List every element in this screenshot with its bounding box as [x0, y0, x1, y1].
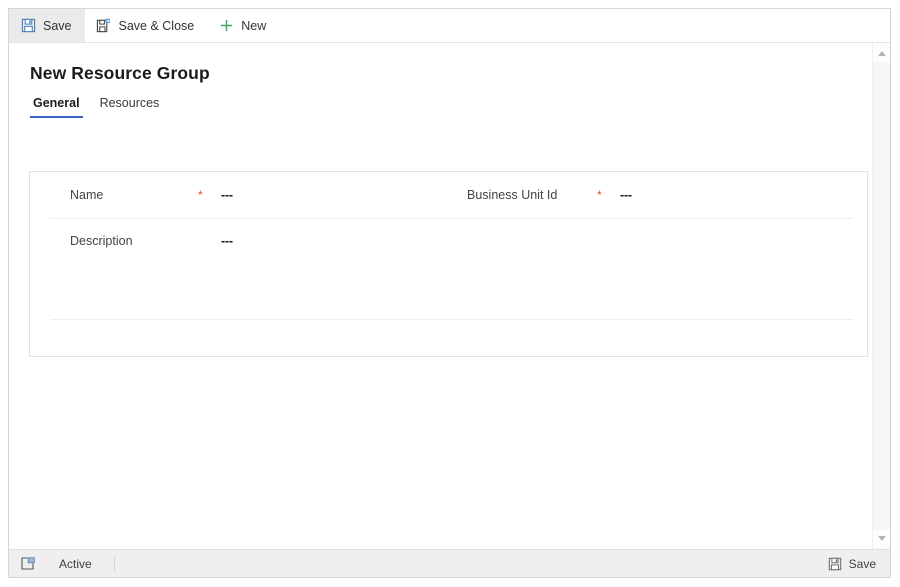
status-bar-left: Active [19, 555, 115, 572]
status-bar: Active Save [9, 549, 890, 577]
status-text: Active [59, 555, 115, 572]
save-icon [20, 18, 36, 34]
save-and-close-button[interactable]: Save & Close [85, 9, 208, 42]
general-form-card: Name * --- Business Unit Id * --- Descri… [29, 171, 868, 357]
field-name-value: --- [221, 188, 233, 202]
status-bar-save-label: Save [848, 556, 876, 571]
new-button[interactable]: New [207, 9, 279, 42]
tab-resources-label: Resources [99, 96, 160, 110]
field-name-required-marker: * [198, 188, 203, 202]
field-business-unit-id[interactable]: Business Unit Id * --- [467, 172, 632, 218]
save-and-close-button-label: Save & Close [118, 18, 195, 33]
plus-icon [218, 18, 234, 34]
field-business-unit-id-label: Business Unit Id [467, 188, 558, 202]
field-name[interactable]: Name * --- [70, 172, 233, 218]
status-bar-save-button[interactable]: Save [816, 550, 888, 577]
save-and-close-icon [96, 18, 112, 34]
open-in-new-window-icon[interactable] [19, 556, 37, 572]
save-button[interactable]: Save [9, 9, 85, 42]
scroll-up-arrow-icon[interactable] [873, 45, 890, 62]
field-name-label: Name [70, 188, 104, 202]
tab-general[interactable]: General [30, 96, 83, 118]
tab-general-label: General [33, 96, 80, 110]
scrollbar-track[interactable] [873, 62, 890, 530]
new-button-label: New [241, 18, 267, 33]
field-description-label: Description [70, 234, 133, 248]
save-icon [828, 556, 843, 571]
tab-strip: General Resources [30, 96, 162, 118]
record-content: New Resource Group General Resources Nam… [9, 43, 890, 549]
scroll-down-arrow-icon[interactable] [873, 530, 890, 547]
field-business-unit-id-value: --- [620, 188, 632, 202]
record-window: Save Save & Close New New Resource Group… [8, 8, 891, 578]
vertical-scrollbar[interactable] [872, 43, 890, 549]
command-bar: Save Save & Close New [9, 9, 890, 43]
field-description-value: --- [221, 234, 233, 248]
field-description[interactable]: Description --- [70, 218, 233, 264]
form-footer-separator [50, 319, 853, 320]
field-business-unit-id-required-marker: * [597, 188, 602, 202]
page-title: New Resource Group [30, 63, 210, 83]
save-button-label: Save [43, 18, 72, 33]
tab-resources[interactable]: Resources [97, 96, 163, 118]
